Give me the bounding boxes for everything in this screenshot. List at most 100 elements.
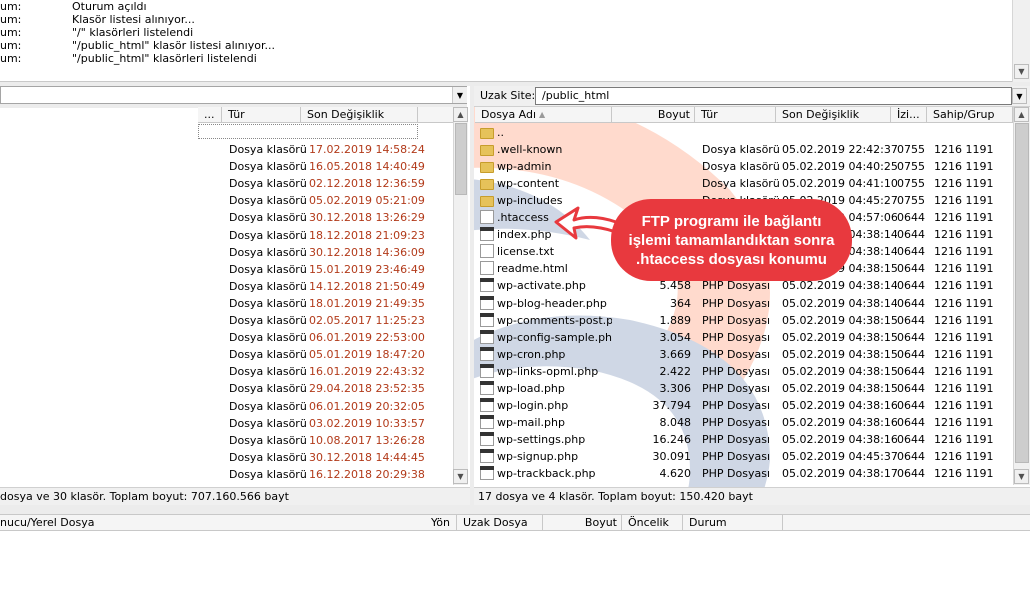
queue-header-size[interactable]: Boyut [543,515,622,531]
remote-perm: 0755 [897,194,925,208]
php-file-icon [480,380,494,395]
scroll-up-icon[interactable]: ▲ [1014,107,1029,122]
remote-list-item[interactable]: wp-load.php 3.306 PHP Dosyası 05.02.2019 04… [475,380,1013,397]
remote-list-item[interactable]: wp-comments-post.php 1.889 PHP Dosyası 05.0… [475,312,1013,329]
queue-header-direction[interactable]: Yön [423,515,457,531]
local-modified: 02.12.2018 12:36:59 [309,177,425,191]
remote-list-item[interactable]: .. [475,124,1013,141]
remote-owner: 1216 1191 [934,143,994,157]
local-type: Dosya klasörü [229,314,307,327]
remote-perm: 0644 [897,313,925,327]
local-modified: 16.12.2018 20:29:38 [309,467,425,481]
remote-modified: 05.02.2019 04:38:15 [782,313,897,327]
remote-name: wp-links-opml.php [497,364,599,378]
local-list-item[interactable]: Dosya klasörü 16.01.2019 22:43:32 [198,363,453,380]
scroll-up-icon[interactable]: ▲ [453,107,468,122]
remote-list-item[interactable]: wp-settings.php 16.246 PHP Dosyası 05.02.20… [475,431,1013,448]
remote-list-item[interactable]: wp-content Dosya klasörü 05.02.2019 04:41:… [475,175,1013,192]
local-list-item[interactable]: Dosya klasörü 29.04.2018 23:52:35 [198,380,453,397]
remote-list-item[interactable]: wp-admin Dosya klasörü 05.02.2019 04:40:25… [475,158,1013,175]
local-modified: 16.01.2019 22:43:32 [309,365,425,379]
remote-size: 8.048 [659,415,692,429]
local-type: Dosya klasörü [229,296,307,310]
remote-list-item[interactable]: wp-signup.php 30.091 PHP Dosyası 05.02.2019… [475,448,1013,465]
local-list-item[interactable]: Dosya klasörü 10.08.2017 13:26:28 [198,432,453,449]
local-focus-row[interactable] [198,124,418,139]
local-list-item[interactable]: Dosya klasörü 15.01.2019 23:46:49 [198,261,453,278]
local-scrollbar[interactable]: ▲ ▼ [453,107,468,485]
scroll-down-icon[interactable]: ▼ [1014,64,1029,79]
remote-perm: 0644 [897,398,925,412]
scroll-down-icon[interactable]: ▼ [1014,469,1029,484]
local-list-item[interactable]: Dosya klasörü 14.12.2018 21:50:49 [198,278,453,295]
remote-owner: 1216 1191 [934,279,994,293]
local-list-item[interactable]: Dosya klasörü 03.02.2019 10:33:57 [198,415,453,432]
local-header-modified[interactable]: Son Değişiklik [301,107,418,123]
log-scrollbar[interactable]: ▼ [1012,0,1030,82]
remote-perm: 0644 [897,279,925,293]
remote-perm: 0644 [897,467,925,480]
annotation-callout: FTP programı ile bağlantı işlemi tamamla… [611,199,852,281]
remote-header-owner[interactable]: Sahip/Grup [927,107,1013,123]
php-file-icon [480,466,494,480]
queue-header-remote-file[interactable]: Uzak Dosya [457,515,543,531]
local-list-item[interactable]: Dosya klasörü 16.05.2018 14:40:49 [198,158,453,175]
local-path-combobox[interactable]: ▼ [0,86,467,104]
log-row-message: "/" klasörleri listelendi [72,26,194,39]
local-header-dots[interactable]: ... [198,107,222,123]
local-list-item[interactable]: Dosya klasörü 30.12.2018 14:44:45 [198,449,453,466]
local-modified: 18.01.2019 21:49:35 [309,296,425,310]
remote-list-item[interactable]: wp-config-sample.php 3.054 PHP Dosyası 05.0… [475,329,1013,346]
local-header-type[interactable]: Tür [222,107,301,123]
local-list-item[interactable]: Dosya klasörü 06.01.2019 22:53:00 [198,329,453,346]
remote-modified: 05.02.2019 04:38:15 [782,364,897,378]
remote-list-item[interactable]: wp-cron.php 3.669 PHP Dosyası 05.02.2019 04… [475,346,1013,363]
remote-header-type[interactable]: Tür [695,107,776,123]
chevron-down-icon[interactable]: ▼ [452,87,467,103]
remote-scroll-thumb[interactable] [1015,123,1029,463]
remote-path-input[interactable]: /public_html [535,87,1012,105]
scroll-down-icon[interactable]: ▼ [453,469,468,484]
local-list-item[interactable]: Dosya klasörü 06.01.2019 20:32:05 [198,398,453,415]
local-list-item[interactable]: Dosya klasörü 16.12.2018 20:29:38 [198,466,453,483]
local-modified: 14.12.2018 21:50:49 [309,279,425,293]
remote-list-item[interactable]: wp-trackback.php 4.620 PHP Dosyası 05.02.20… [475,465,1013,482]
remote-header-modified[interactable]: Son Değişiklik [776,107,891,123]
chevron-down-icon[interactable]: ▼ [1012,88,1027,104]
local-list-item[interactable]: Dosya klasörü 18.01.2019 21:49:35 [198,295,453,312]
remote-perm: 0644 [897,432,925,446]
queue-header-local-file[interactable]: nucu/Yerel Dosya [0,515,457,531]
remote-list-item[interactable]: .well-known Dosya klasörü 05.02.2019 22:42… [475,141,1013,158]
queue-header-priority[interactable]: Öncelik [622,515,683,531]
remote-scrollbar[interactable]: ▲ ▼ [1013,107,1030,485]
queue-header-status[interactable]: Durum [683,515,783,531]
log-row-message: Oturum açıldı [72,0,147,13]
remote-list-item[interactable]: wp-login.php 37.794 PHP Dosyası 05.02.2019 … [475,397,1013,414]
local-modified: 03.02.2019 10:33:57 [309,416,425,430]
remote-header-perm[interactable]: İzi... [891,107,927,123]
local-list-item[interactable]: Dosya klasörü 05.02.2019 05:21:09 [198,192,453,209]
remote-owner: 1216 1191 [934,330,994,344]
remote-perm: 0644 [897,449,925,463]
queue-splitter[interactable] [0,505,1030,514]
remote-header-size[interactable]: Boyut [612,107,695,123]
remote-list-item[interactable]: wp-links-opml.php 2.422 PHP Dosyası 05.02.2… [475,363,1013,380]
pane-splitter[interactable] [470,86,474,510]
local-list-item[interactable]: Dosya klasörü 17.02.2019 14:58:24 [198,141,453,158]
local-list-item[interactable]: Dosya klasörü 05.01.2019 18:47:20 [198,346,453,363]
local-list-item[interactable]: Dosya klasörü 30.12.2018 13:26:29 [198,209,453,226]
remote-type: PHP Dosyası [702,449,771,463]
remote-path-value: /public_html [542,89,610,102]
local-list-item[interactable]: Dosya klasörü 30.12.2018 14:36:09 [198,244,453,261]
local-type: Dosya klasörü [229,365,307,379]
remote-type: PHP Dosyası [702,313,771,327]
local-list-item[interactable]: Dosya klasörü 02.12.2018 12:36:59 [198,175,453,192]
remote-header-name[interactable]: Dosya Adı ▲ [475,107,612,123]
remote-list-item[interactable]: wp-mail.php 8.048 PHP Dosyası 05.02.2019 04… [475,414,1013,431]
remote-name: .well-known [497,143,563,157]
local-list-item[interactable]: Dosya klasörü 02.05.2017 11:25:23 [198,312,453,329]
local-list-item[interactable]: Dosya klasörü 18.12.2018 21:09:23 [198,227,453,244]
local-scroll-thumb[interactable] [455,123,467,195]
remote-list-item[interactable]: wp-blog-header.php 364 PHP Dosyası 05.02.20… [475,295,1013,312]
remote-perm: 0644 [897,296,925,310]
